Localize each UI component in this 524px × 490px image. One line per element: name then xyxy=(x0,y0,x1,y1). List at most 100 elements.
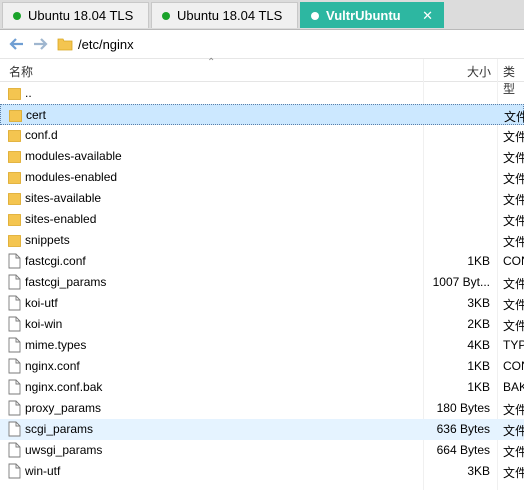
list-item[interactable]: conf.d 文件夹 xyxy=(0,125,524,146)
file-name: uwsgi_params xyxy=(25,443,103,457)
tab-vultrubuntu[interactable]: VultrUbuntu ✕ xyxy=(300,2,444,28)
column-name[interactable]: 名称 xyxy=(9,63,33,80)
file-name: mime.types xyxy=(25,338,87,352)
list-item[interactable]: scgi_params 636 Bytes 文件 xyxy=(0,419,524,440)
sort-ascending-icon: ⌃ xyxy=(207,57,216,68)
file-type: TYPES xyxy=(503,338,524,352)
folder-icon xyxy=(8,169,21,185)
file-size: 180 Bytes xyxy=(436,401,490,415)
file-icon xyxy=(8,400,21,416)
tab-label: VultrUbuntu xyxy=(326,8,401,23)
list-item[interactable]: win-utf 3KB 文件 xyxy=(0,461,524,482)
file-size: 1KB xyxy=(467,359,490,373)
connection-status-icon xyxy=(162,11,170,20)
list-item[interactable]: nginx.conf 1KB CONF xyxy=(0,356,524,377)
file-icon xyxy=(8,421,21,437)
tab-ubuntu-2[interactable]: Ubuntu 18.04 TLS xyxy=(151,2,298,28)
folder-icon xyxy=(8,232,21,248)
file-type: CONF xyxy=(503,254,524,268)
address-bar: /etc/nginx xyxy=(0,30,524,59)
list-item[interactable]: fastcgi_params 1007 Byt... 文件 xyxy=(0,272,524,293)
file-name: koi-win xyxy=(25,317,63,331)
file-type: 文件 xyxy=(503,277,524,291)
file-icon xyxy=(8,295,21,311)
back-arrow-icon[interactable] xyxy=(8,35,26,53)
list-item[interactable]: uwsgi_params 664 Bytes 文件 xyxy=(0,440,524,461)
folder-icon xyxy=(8,190,21,206)
file-name: win-utf xyxy=(25,464,61,478)
file-name: snippets xyxy=(25,233,70,247)
file-name: koi-utf xyxy=(25,296,58,310)
list-item[interactable]: proxy_params 180 Bytes 文件 xyxy=(0,398,524,419)
file-type: 文件夹 xyxy=(503,151,524,165)
forward-arrow-icon[interactable] xyxy=(31,35,49,53)
tab-label: Ubuntu 18.04 TLS xyxy=(177,8,283,23)
file-icon xyxy=(8,337,21,353)
file-type: 文件 xyxy=(503,298,524,312)
file-type: 文件夹 xyxy=(503,172,524,186)
file-name: nginx.conf.bak xyxy=(25,380,103,394)
file-name: conf.d xyxy=(25,128,58,142)
file-type: 文件夹 xyxy=(503,193,524,207)
file-size: 4KB xyxy=(467,338,490,352)
file-size: 2KB xyxy=(467,317,490,331)
file-size: 1007 Byt... xyxy=(432,275,490,289)
path-input[interactable]: /etc/nginx xyxy=(78,37,134,52)
file-name: modules-available xyxy=(25,149,122,163)
list-item[interactable]: fastcgi.conf 1KB CONF xyxy=(0,251,524,272)
file-type: 文件 xyxy=(503,466,524,480)
list-item[interactable]: sites-available 文件夹 xyxy=(0,188,524,209)
list-item[interactable]: modules-enabled 文件夹 xyxy=(0,167,524,188)
file-icon xyxy=(8,358,21,374)
file-name: fastcgi_params xyxy=(25,275,107,289)
folder-icon xyxy=(57,36,73,55)
file-name: .. xyxy=(25,86,32,100)
file-type: 文件夹 xyxy=(503,130,524,144)
tab-bar: Ubuntu 18.04 TLS Ubuntu 18.04 TLS VultrU… xyxy=(0,0,524,30)
file-type: CONF xyxy=(503,359,524,373)
file-name: modules-enabled xyxy=(25,170,118,184)
file-size: 1KB xyxy=(467,380,490,394)
file-size: 3KB xyxy=(467,464,490,478)
file-icon xyxy=(8,253,21,269)
file-type: 文件 xyxy=(503,319,524,333)
file-size: 1KB xyxy=(467,254,490,268)
file-type: 文件 xyxy=(503,445,524,459)
file-size: 636 Bytes xyxy=(436,422,490,436)
file-name: scgi_params xyxy=(25,422,94,436)
file-size: 664 Bytes xyxy=(436,443,490,457)
column-header: 名称 ⌃ 大小 类型 xyxy=(0,57,524,96)
file-name: sites-enabled xyxy=(25,212,97,226)
file-name: nginx.conf xyxy=(25,359,80,373)
file-icon xyxy=(8,316,21,332)
connection-status-icon xyxy=(13,11,21,20)
list-item[interactable]: cert 文件夹 xyxy=(0,104,524,125)
file-size: 3KB xyxy=(467,296,490,310)
file-name: sites-available xyxy=(25,191,102,205)
file-name: cert xyxy=(26,108,47,122)
list-item[interactable]: snippets 文件夹 xyxy=(0,230,524,251)
file-type: 文件 xyxy=(503,424,524,438)
folder-icon xyxy=(8,127,21,143)
file-type: BAK xyxy=(503,380,524,394)
close-icon[interactable]: ✕ xyxy=(422,8,433,24)
file-icon xyxy=(8,442,21,458)
list-item[interactable]: mime.types 4KB TYPES xyxy=(0,335,524,356)
file-type: 文件夹 xyxy=(503,235,524,249)
list-item[interactable]: koi-win 2KB 文件 xyxy=(0,314,524,335)
list-item[interactable]: .. xyxy=(0,83,524,104)
tab-ubuntu-1[interactable]: Ubuntu 18.04 TLS xyxy=(2,2,149,28)
tab-label: Ubuntu 18.04 TLS xyxy=(28,8,134,23)
folder-icon xyxy=(8,148,21,164)
file-icon xyxy=(8,274,21,290)
list-item[interactable]: sites-enabled 文件夹 xyxy=(0,209,524,230)
list-item[interactable]: modules-available 文件夹 xyxy=(0,146,524,167)
folder-icon xyxy=(8,211,21,227)
file-type: 文件夹 xyxy=(503,214,524,228)
list-item[interactable]: koi-utf 3KB 文件 xyxy=(0,293,524,314)
connection-status-icon xyxy=(311,11,319,20)
folder-icon xyxy=(9,107,22,123)
file-icon xyxy=(8,463,21,479)
column-size[interactable]: 大小 xyxy=(467,63,491,80)
list-item[interactable]: nginx.conf.bak 1KB BAK xyxy=(0,377,524,398)
